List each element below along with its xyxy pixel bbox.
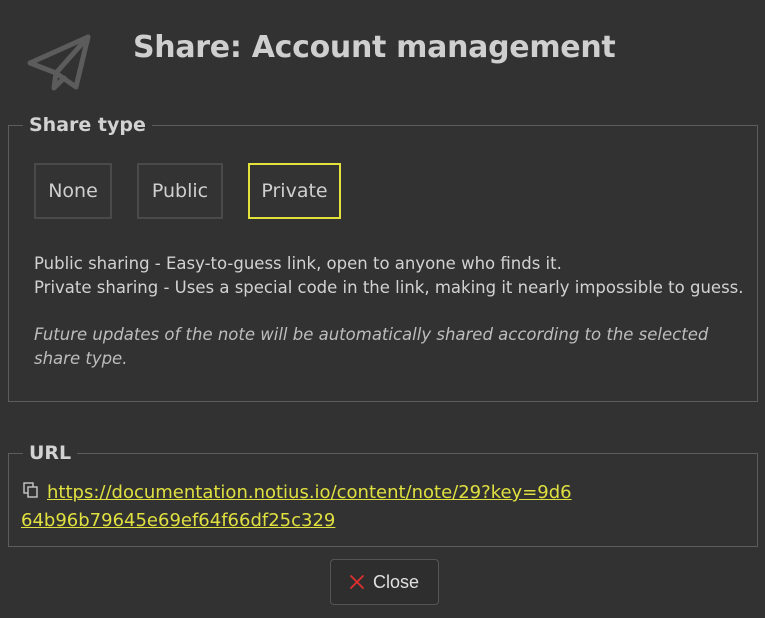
share-type-private-button[interactable]: Private [248, 163, 341, 219]
share-url-link[interactable]: https://documentation.notius.io/content/… [21, 479, 581, 535]
paper-plane-icon [27, 34, 91, 91]
share-dialog: Share: Account management Share type Non… [0, 0, 765, 618]
url-legend: URL [29, 442, 72, 464]
share-type-legend: Share type [29, 114, 146, 136]
public-sharing-description: Public sharing - Easy-to-guess link, ope… [34, 254, 562, 273]
close-button-label: Close [372, 571, 420, 592]
dialog-title: Share: Account management [133, 30, 616, 65]
share-type-none-button[interactable]: None [34, 163, 112, 219]
share-update-note: Future updates of the note will be autom… [34, 325, 709, 368]
share-type-description: Public sharing - Easy-to-guess link, ope… [34, 252, 746, 300]
share-type-public-button[interactable]: Public [137, 163, 223, 219]
close-button[interactable]: Close [330, 559, 439, 605]
private-sharing-description: Private sharing - Uses a special code in… [34, 278, 744, 297]
close-x-icon [350, 575, 364, 589]
dialog-header: Share: Account management [0, 0, 765, 110]
